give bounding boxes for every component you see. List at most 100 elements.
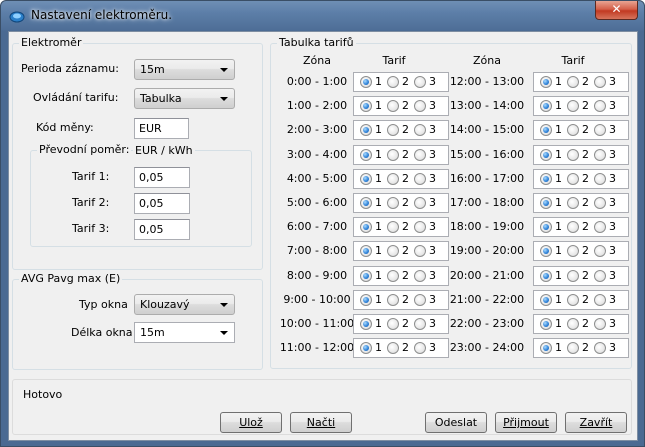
tariff-radio-1[interactable] <box>540 342 552 355</box>
tariff-radio-1[interactable] <box>360 245 372 258</box>
tariff-radio-2[interactable] <box>567 221 579 234</box>
tariff-radio-1[interactable] <box>540 245 552 258</box>
tariff-radio-2[interactable] <box>387 100 399 113</box>
zone-label: 15:00 - 16:00 <box>449 147 525 161</box>
tariff-radio-group: 1 2 3 <box>533 72 629 92</box>
tariff-radio-2[interactable] <box>387 342 399 355</box>
tariff-radio-1[interactable] <box>540 124 552 137</box>
tariff-radio-3[interactable] <box>414 197 426 209</box>
tariff-radio-2[interactable] <box>387 318 399 330</box>
tariff-radio-2[interactable] <box>387 293 399 306</box>
tariff-radio-2[interactable] <box>387 124 399 137</box>
tariff-radio-2[interactable] <box>387 245 399 258</box>
tariff-radio-3[interactable] <box>594 221 606 234</box>
tariff-radio-2[interactable] <box>567 318 579 330</box>
tariff-radio-2[interactable] <box>387 269 399 282</box>
tariff-radio-2[interactable] <box>567 293 579 306</box>
window-type-select[interactable]: Klouzavý <box>134 294 235 315</box>
tariff-radio-3[interactable] <box>414 342 426 355</box>
period-select[interactable]: 15m <box>134 59 235 80</box>
tariff-radio-1[interactable] <box>540 269 552 282</box>
tariff-radio-3[interactable] <box>594 342 606 355</box>
tariff-radio-3[interactable] <box>414 76 426 88</box>
tariff-radio-2[interactable] <box>567 197 579 209</box>
load-button[interactable]: Načti <box>290 412 352 433</box>
close-window-button[interactable]: ✕ <box>595 1 638 20</box>
tariff-radio-1[interactable] <box>360 172 372 185</box>
tariff-radio-2[interactable] <box>567 100 579 113</box>
tariff-radio-3[interactable] <box>414 318 426 330</box>
tariff-radio-1[interactable] <box>540 197 552 209</box>
tariff-radio-1[interactable] <box>360 76 372 88</box>
tariff-control-select[interactable]: Tabulka <box>134 88 235 109</box>
tariff-radio-3[interactable] <box>594 124 606 137</box>
tariff-radio-3[interactable] <box>414 245 426 258</box>
tariff-radio-2[interactable] <box>567 76 579 88</box>
tariff-radio-1[interactable] <box>360 221 372 234</box>
tariff-radio-2[interactable] <box>567 245 579 258</box>
tariff-radio-2[interactable] <box>567 342 579 355</box>
send-button[interactable]: Odeslat <box>425 412 487 433</box>
tariff-radio-3[interactable] <box>594 318 606 330</box>
tariff-radio-label: 1 <box>555 196 562 209</box>
tariff-radio-2[interactable] <box>387 197 399 209</box>
tariff-radio-3[interactable] <box>594 76 606 88</box>
title-bar[interactable]: Nastavení elektroměru. ✕ <box>1 1 644 31</box>
tariff-radio-1[interactable] <box>360 342 372 355</box>
save-button[interactable]: Ulož <box>220 412 282 433</box>
tariff-3-input[interactable]: 0,05 <box>134 219 190 240</box>
tariff-radio-3[interactable] <box>414 100 426 113</box>
tariff-radio-1[interactable] <box>540 318 552 330</box>
chevron-down-icon <box>220 331 228 335</box>
tariff-radio-1[interactable] <box>540 293 552 306</box>
tariff-radio-3[interactable] <box>414 221 426 234</box>
tariff-radio-2[interactable] <box>567 124 579 137</box>
tariff-radio-3[interactable] <box>594 245 606 258</box>
tariff-radio-label: 3 <box>429 317 436 330</box>
tariff-radio-label: 3 <box>429 268 436 282</box>
tariff-radio-2[interactable] <box>567 148 579 161</box>
tariff-radio-3[interactable] <box>414 148 426 161</box>
tariff-radio-group: 1 2 3 <box>533 193 629 213</box>
conversion-unit: EUR / kWh <box>133 144 195 158</box>
tariff-radio-1[interactable] <box>540 76 552 88</box>
tariff-radio-3[interactable] <box>594 269 606 282</box>
tariff-radio-3[interactable] <box>414 269 426 282</box>
tariff-radio-3[interactable] <box>594 172 606 185</box>
tariff-radio-group: 1 2 3 <box>533 241 629 262</box>
tariff-radio-3[interactable] <box>594 293 606 306</box>
close-button[interactable]: Zavřít <box>565 412 627 433</box>
tariff-radio-3[interactable] <box>414 293 426 306</box>
tariff-radio-2[interactable] <box>387 172 399 185</box>
tariff-radio-1[interactable] <box>360 269 372 282</box>
tariff-radio-3[interactable] <box>594 148 606 161</box>
tariff-radio-3[interactable] <box>594 100 606 113</box>
tariff-radio-2[interactable] <box>567 269 579 282</box>
tariff-radio-1[interactable] <box>360 293 372 306</box>
tariff-radio-3[interactable] <box>414 124 426 137</box>
tariff-radio-group: 1 2 3 <box>353 120 449 141</box>
tariff-radio-2[interactable] <box>387 148 399 161</box>
tariff-radio-2[interactable] <box>387 76 399 88</box>
tariff-radio-label: 3 <box>429 341 436 355</box>
tariff-radio-1[interactable] <box>360 197 372 209</box>
tariff-radio-1[interactable] <box>540 172 552 185</box>
currency-input[interactable]: EUR <box>134 118 189 139</box>
window-length-select[interactable]: 15m <box>134 322 235 343</box>
tariff-2-input[interactable]: 0,05 <box>134 193 190 214</box>
tariff-radio-1[interactable] <box>360 148 372 161</box>
tariff-radio-3[interactable] <box>594 197 606 209</box>
tariff-radio-label: 3 <box>609 292 616 306</box>
tariff-radio-1[interactable] <box>360 318 372 330</box>
tariff-radio-1[interactable] <box>540 100 552 113</box>
tariff-radio-2[interactable] <box>387 221 399 234</box>
tariff-1-input[interactable]: 0,05 <box>134 167 190 188</box>
tariff-header-left: Tarif <box>382 54 406 67</box>
receive-button[interactable]: Přijmout <box>495 412 557 433</box>
tariff-radio-3[interactable] <box>414 172 426 185</box>
tariff-radio-1[interactable] <box>360 100 372 113</box>
tariff-radio-1[interactable] <box>540 221 552 234</box>
tariff-radio-2[interactable] <box>567 172 579 185</box>
tariff-radio-1[interactable] <box>360 124 372 137</box>
tariff-radio-1[interactable] <box>540 148 552 161</box>
